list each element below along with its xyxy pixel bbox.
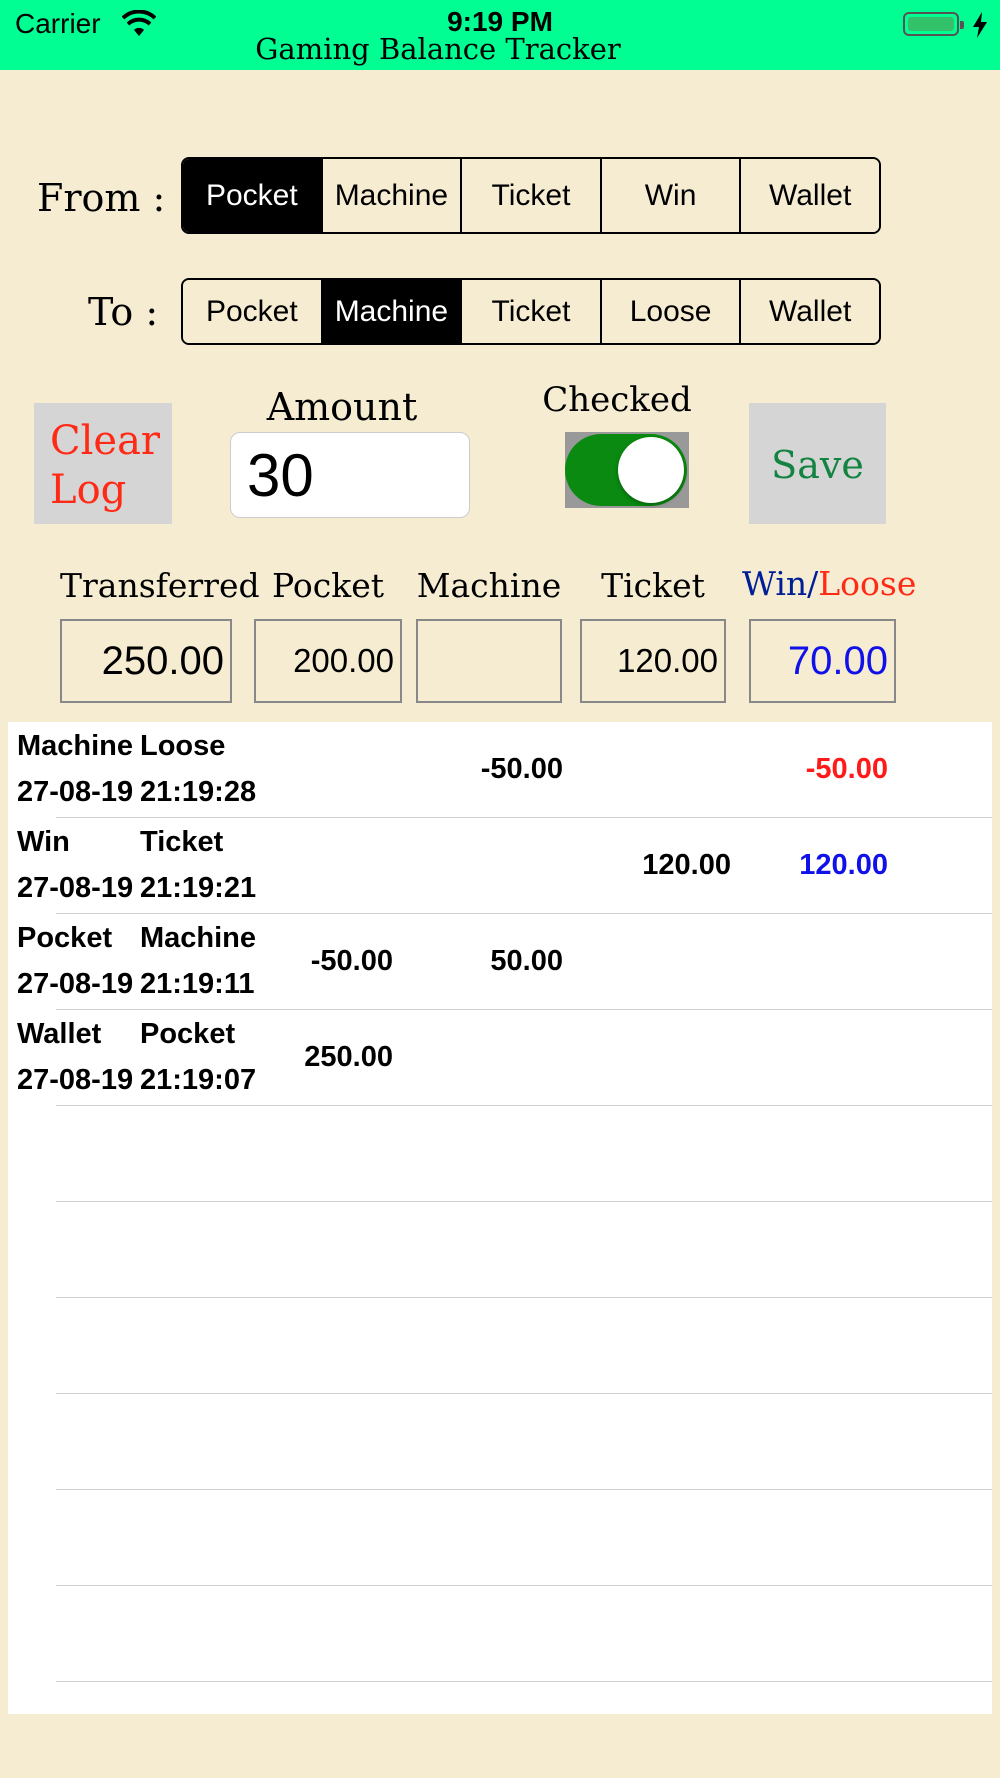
from-segment-machine[interactable]: Machine: [320, 159, 461, 232]
battery-icon: [903, 12, 964, 36]
log-row[interactable]: Pocket Machine 27-08-19 21:19:11 -50.00 50.00: [8, 914, 992, 1010]
row-separator: [56, 1201, 992, 1202]
status-bar: Carrier 9:19 PM Gaming Balance Tracker: [0, 0, 1000, 70]
amount-label: Amount: [266, 385, 418, 429]
from-segment-pocket[interactable]: Pocket: [183, 159, 321, 232]
clear-log-label: Clear Log: [50, 418, 161, 513]
log-date: 27-08-19: [17, 872, 134, 904]
machine-total: [416, 619, 562, 703]
pocket-header: Pocket: [271, 566, 384, 605]
log-to: Pocket: [140, 1018, 236, 1050]
from-segmented-control: Pocket Machine Ticket Win Wallet: [181, 157, 881, 234]
log-winloose-amount: -50.00: [805, 753, 888, 785]
transferred-total: 250.00: [60, 619, 232, 703]
loose-header: Loose: [818, 564, 917, 603]
pocket-total: 200.00: [254, 619, 402, 703]
machine-header: Machine: [416, 566, 562, 605]
log-machine-amount: 50.00: [490, 945, 563, 977]
log-row[interactable]: Machine Loose 27-08-19 21:19:28 -50.00 -50.00: [8, 722, 992, 818]
log-time: 21:19:28: [140, 776, 257, 808]
to-label: To :: [88, 290, 159, 334]
log-from: Win: [17, 826, 70, 858]
log-to: Loose: [140, 730, 226, 762]
log-to: Machine: [140, 922, 257, 954]
amount-input[interactable]: 30: [230, 432, 470, 518]
log-date: 27-08-19: [17, 776, 134, 808]
app-title: Gaming Balance Tracker: [255, 32, 621, 66]
log-date: 27-08-19: [17, 1064, 134, 1096]
from-segment-ticket[interactable]: Ticket: [460, 159, 600, 232]
log-to: Ticket: [140, 826, 224, 858]
log-from: Machine: [17, 730, 134, 762]
ticket-header: Ticket: [601, 566, 705, 605]
from-segment-win[interactable]: Win: [599, 159, 740, 232]
to-segment-wallet[interactable]: Wallet: [739, 280, 879, 343]
transferred-header: Transferred: [60, 566, 260, 605]
log-pocket-amount: 250.00: [304, 1041, 393, 1073]
log-pocket-amount: -50.00: [310, 945, 393, 977]
save-label: Save: [771, 443, 864, 487]
to-segment-pocket[interactable]: Pocket: [183, 280, 321, 343]
save-button[interactable]: Save: [749, 403, 886, 524]
to-segment-ticket[interactable]: Ticket: [460, 280, 600, 343]
checked-label: Checked: [542, 380, 692, 420]
from-segment-wallet[interactable]: Wallet: [739, 159, 879, 232]
transaction-log[interactable]: Machine Loose 27-08-19 21:19:28 -50.00 -50.00…: [8, 722, 992, 1714]
win-header: Win/: [742, 564, 819, 603]
log-row[interactable]: Win Ticket 27-08-19 21:19:21 120.00 120.00: [8, 818, 992, 914]
to-segment-loose[interactable]: Loose: [599, 280, 740, 343]
row-separator: [56, 1105, 992, 1106]
log-time: 21:19:21: [140, 872, 257, 904]
log-winloose-amount: 120.00: [799, 849, 888, 881]
checked-toggle[interactable]: [565, 434, 687, 506]
log-row[interactable]: Wallet Pocket 27-08-19 21:19:07 250.00: [8, 1010, 992, 1106]
log-date: 27-08-19: [17, 968, 134, 1000]
row-separator: [56, 1681, 992, 1682]
log-ticket-amount: 120.00: [642, 849, 731, 881]
log-time: 21:19:07: [140, 1064, 257, 1096]
log-machine-amount: -50.00: [480, 753, 563, 785]
log-from: Pocket: [17, 922, 113, 954]
clear-log-button[interactable]: Clear Log: [34, 403, 172, 524]
row-separator: [56, 1489, 992, 1490]
to-segment-machine[interactable]: Machine: [320, 280, 461, 343]
row-separator: [56, 1393, 992, 1394]
log-time: 21:19:11: [140, 968, 255, 1000]
from-label: From :: [37, 176, 166, 220]
row-separator: [56, 1297, 992, 1298]
to-segmented-control: Pocket Machine Ticket Loose Wallet: [181, 278, 881, 345]
row-separator: [56, 1585, 992, 1586]
toggle-knob: [618, 437, 684, 503]
win-loose-total: 70.00: [749, 619, 896, 703]
ticket-total: 120.00: [580, 619, 726, 703]
log-from: Wallet: [17, 1018, 102, 1050]
charging-bolt-icon: [973, 12, 987, 38]
win-loose-header: Win/Loose: [742, 564, 916, 603]
